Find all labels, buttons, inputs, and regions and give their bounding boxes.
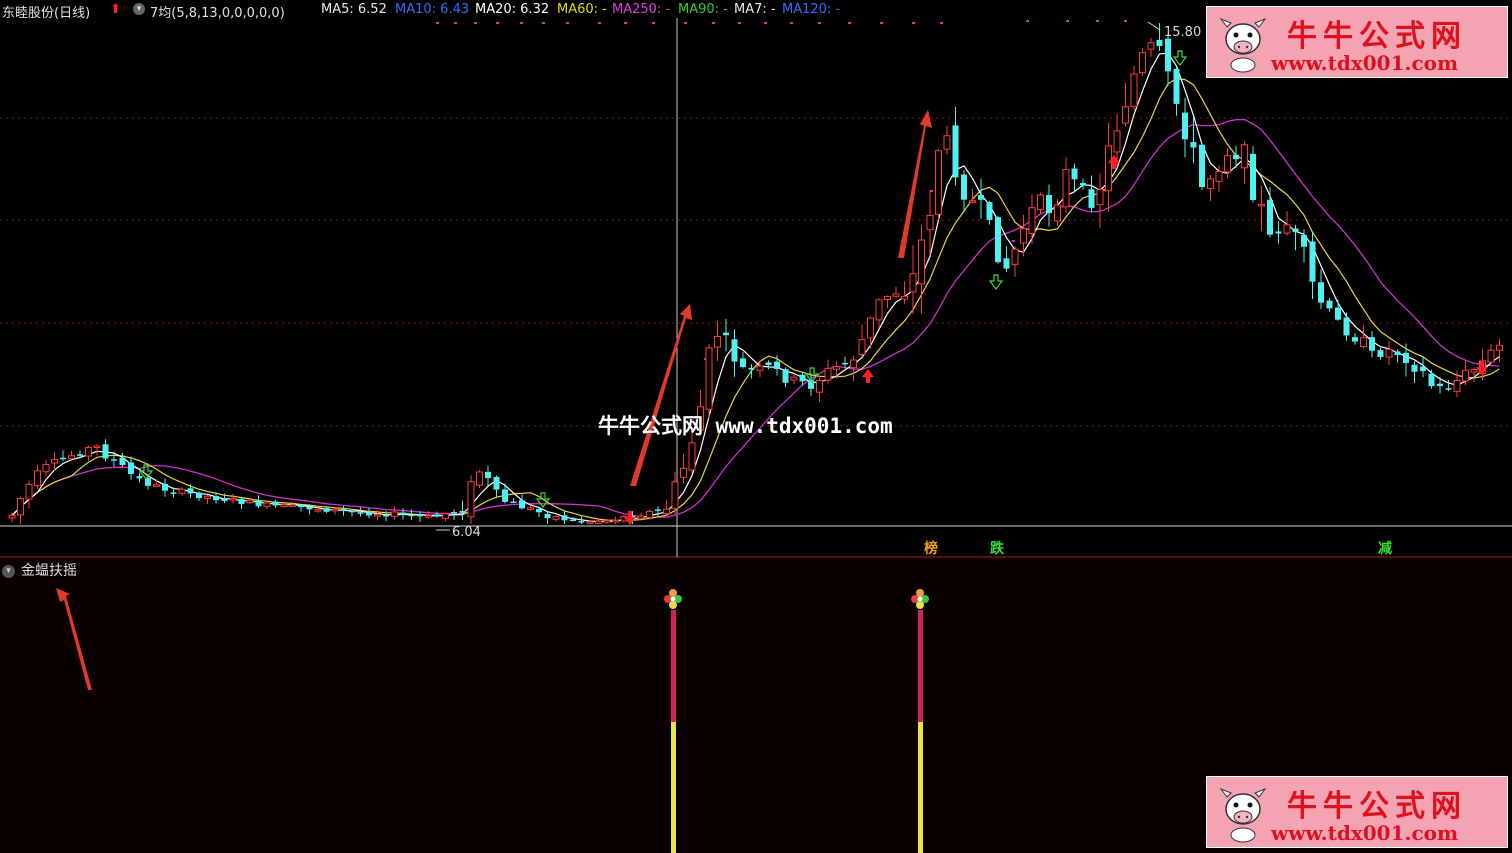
sell-arrow-icon: [1172, 50, 1188, 66]
event-label-die[interactable]: 跌: [990, 538, 1004, 558]
grid-lines: [0, 117, 1512, 427]
signal-markers: [138, 50, 1488, 525]
cow-mascot-icon: [1219, 17, 1267, 73]
indicator-dropdown-icon[interactable]: ▾: [133, 3, 145, 15]
stock-chart-window: 15.80 6.04 东睦股份(日线) ⬆ ▾ 7均(5,8,13,0,0,0,…: [0, 0, 1512, 853]
ma-label: MA10: 6.43: [395, 2, 470, 17]
cow-mascot-icon: [1219, 787, 1267, 843]
up-arrow-icon: ⬆: [110, 2, 121, 17]
logo-bottom-right: 牛牛公式网 www.tdx001.com: [1206, 776, 1508, 848]
sub-indicator-name: 金蝹扶摇: [21, 563, 77, 579]
low-price-label: 6.04: [452, 525, 481, 540]
logo-url: www.tdx001.com: [1271, 821, 1459, 845]
sub-indicator-title[interactable]: ▾ 金蝹扶摇: [2, 560, 77, 580]
event-label-jian[interactable]: 减: [1378, 538, 1392, 558]
buy-arrow-icon: [624, 511, 636, 525]
ma-label: MA120: -: [782, 2, 841, 17]
ma-label: MA60: -: [557, 2, 607, 17]
event-label-bang[interactable]: 榜: [924, 538, 938, 558]
ma-yellow-line: [11, 77, 1500, 522]
high-price-label: 15.80: [1164, 25, 1201, 40]
stock-name: 东睦股份(日线): [2, 6, 91, 21]
logo-cn: 牛牛公式网: [1287, 789, 1467, 824]
sub-dropdown-icon[interactable]: ▾: [2, 564, 15, 578]
center-watermark: 牛牛公式网 www.tdx001.com: [598, 410, 893, 440]
ma-label: MA90: -: [678, 2, 728, 17]
watermark-cn: 牛牛公式网: [598, 414, 703, 438]
ma-label: MA7: -: [734, 2, 776, 17]
ma-label: MA20: 6.32: [475, 2, 550, 17]
indicator-name: 7均(5,8,13,0,0,0,0,0): [150, 6, 285, 21]
high-price-pointer: [1147, 21, 1161, 31]
ma-magenta-line: [11, 118, 1500, 518]
logo-url: www.tdx001.com: [1271, 51, 1459, 75]
watermark-url: www.tdx001.com: [715, 414, 893, 438]
moving-averages: [11, 52, 1500, 523]
logo-top-right: 牛牛公式网 www.tdx001.com: [1206, 6, 1508, 78]
buy-arrow-icon: [862, 369, 874, 383]
logo-cn: 牛牛公式网: [1287, 19, 1467, 54]
ma-white-line: [11, 52, 1500, 523]
candlesticks: [8, 23, 1503, 524]
sell-arrow-icon: [535, 492, 551, 508]
buy-arrow-icon: [1476, 361, 1488, 375]
sell-arrow-icon: [988, 274, 1004, 290]
ma-label: MA5: 6.52: [321, 2, 387, 17]
ma-label: MA250: -: [612, 2, 671, 17]
top-signal-dots: [436, 20, 1127, 360]
